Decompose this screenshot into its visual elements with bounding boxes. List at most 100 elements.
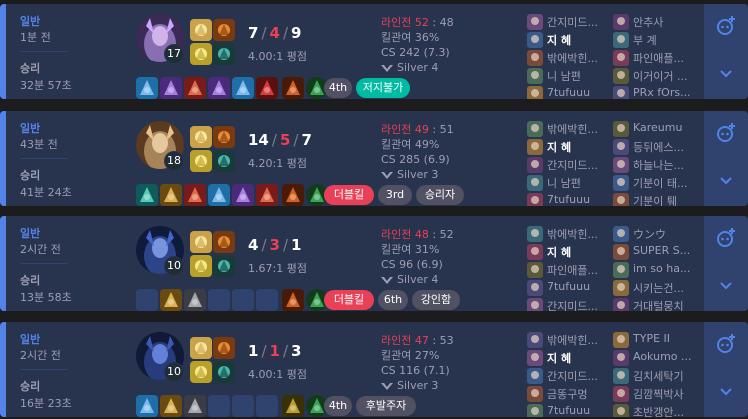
player-row[interactable]: 김깜찍박사 — [613, 385, 695, 403]
item-icon[interactable] — [160, 77, 182, 99]
ignite-spell-icon[interactable] — [190, 150, 212, 172]
player-row[interactable]: 간지미드... — [527, 367, 609, 385]
ignite-spell-icon[interactable] — [190, 43, 212, 65]
player-row[interactable]: 안추사 — [613, 13, 695, 31]
item-icon[interactable] — [184, 289, 206, 311]
item-icon[interactable] — [136, 184, 158, 206]
item-icon[interactable] — [208, 184, 230, 206]
player-row[interactable]: 시키는건... — [613, 279, 695, 297]
player-row[interactable]: 이거이거 ... — [613, 67, 695, 85]
item-icon[interactable] — [282, 395, 304, 417]
item-icon[interactable] — [282, 184, 304, 206]
player-row-self[interactable]: 지 혜 — [527, 243, 609, 261]
player-row[interactable]: SUPER S... — [613, 243, 695, 261]
player-row[interactable]: 간지미드... — [527, 13, 609, 31]
player-row[interactable]: 밖에박힌... — [527, 225, 609, 243]
kda-score: 14/5/7 — [248, 131, 312, 149]
queue-type: 일반 — [20, 227, 41, 240]
item-icon[interactable] — [160, 395, 182, 417]
player-row[interactable]: 기분이 퉤 — [613, 192, 695, 206]
player-row[interactable]: 부 계 — [613, 31, 695, 49]
item-icon[interactable] — [208, 77, 230, 99]
keystone-rune-icon[interactable] — [213, 126, 235, 148]
item-icon[interactable] — [184, 395, 206, 417]
win-indicator — [0, 322, 6, 417]
player-row[interactable]: Kareumu — [613, 120, 695, 138]
kills: 4 — [248, 236, 259, 254]
flash-spell-icon[interactable] — [190, 126, 212, 148]
ignite-spell-icon[interactable] — [190, 361, 212, 383]
player-row[interactable]: 니 남편 — [527, 174, 609, 192]
secondary-rune-icon[interactable] — [213, 255, 235, 277]
player-row[interactable]: 거대털뭉치 — [613, 297, 695, 311]
keystone-rune-icon[interactable] — [213, 231, 235, 253]
flash-spell-icon[interactable] — [190, 19, 212, 41]
add-comparison-button[interactable] — [704, 322, 748, 366]
player-row[interactable]: 7tufuuu — [527, 403, 609, 417]
player-row[interactable]: 등뒤에스... — [613, 138, 695, 156]
item-icon[interactable] — [184, 77, 206, 99]
player-row[interactable]: 7tufuuu — [527, 192, 609, 206]
item-icon[interactable] — [282, 77, 304, 99]
player-row-self[interactable]: 지 혜 — [527, 138, 609, 156]
add-comparison-button[interactable] — [704, 111, 748, 155]
item-icon[interactable] — [136, 77, 158, 99]
player-row[interactable]: 밖에박힌... — [527, 120, 609, 138]
ignite-spell-icon[interactable] — [190, 255, 212, 277]
keystone-rune-icon[interactable] — [213, 19, 235, 41]
expand-details-button[interactable] — [704, 48, 748, 99]
deaths: 1 — [269, 342, 280, 360]
flash-spell-icon[interactable] — [190, 231, 212, 253]
player-row[interactable]: 하늘나는... — [613, 156, 695, 174]
secondary-rune-icon[interactable] — [213, 361, 235, 383]
player-name: SUPER S... — [633, 244, 691, 257]
player-row[interactable]: 7tufuuu — [527, 279, 609, 297]
player-row[interactable]: 7tufuuu — [527, 85, 609, 99]
item-icon[interactable] — [256, 77, 278, 99]
item-icon[interactable] — [160, 184, 182, 206]
player-row-self[interactable]: 지 혜 — [527, 31, 609, 49]
player-row[interactable]: 간지미드... — [527, 156, 609, 174]
player-row[interactable]: 파인애플... — [613, 49, 695, 67]
player-row[interactable]: ウンウ — [613, 225, 695, 243]
empty-item-slot — [136, 289, 158, 311]
flash-spell-icon[interactable] — [190, 337, 212, 359]
item-icon[interactable] — [160, 289, 182, 311]
add-comparison-button[interactable] — [704, 216, 748, 260]
player-name: Aokumo ... — [633, 350, 692, 363]
player-row[interactable]: im so ha... — [613, 261, 695, 279]
add-comparison-button[interactable] — [704, 4, 748, 48]
player-champion-icon — [527, 139, 543, 155]
empty-item-slot — [232, 289, 254, 311]
champion-level: 17 — [164, 44, 184, 64]
player-row[interactable]: 기분이 태... — [613, 174, 695, 192]
player-champion-icon — [527, 175, 543, 191]
expand-details-button[interactable] — [704, 260, 748, 311]
player-row[interactable]: 파인애플... — [527, 261, 609, 279]
keystone-rune-icon[interactable] — [213, 337, 235, 359]
player-row[interactable]: 니 남편 — [527, 67, 609, 85]
player-row[interactable]: 밖에박힌... — [527, 49, 609, 67]
player-row[interactable]: Aokumo ... — [613, 349, 695, 367]
player-row[interactable]: 초반갱안... — [613, 403, 695, 417]
time-ago: 43분 전 — [20, 138, 58, 151]
item-icon[interactable] — [232, 77, 254, 99]
expand-details-button[interactable] — [704, 366, 748, 417]
item-icon[interactable] — [136, 395, 158, 417]
expand-details-button[interactable] — [704, 155, 748, 206]
player-row[interactable]: 간지미드... — [527, 297, 609, 311]
item-icon[interactable] — [282, 289, 304, 311]
player-row[interactable]: 김치세탁기 — [613, 367, 695, 385]
item-icon[interactable] — [184, 184, 206, 206]
secondary-rune-icon[interactable] — [213, 43, 235, 65]
player-row[interactable]: 금똥구멍 — [527, 385, 609, 403]
player-row[interactable]: PRx fOrs... — [613, 85, 695, 99]
win-indicator — [0, 4, 6, 99]
player-row[interactable]: TYPE II — [613, 331, 695, 349]
secondary-rune-icon[interactable] — [213, 150, 235, 172]
player-row[interactable]: 밖에박힌... — [527, 331, 609, 349]
item-icon[interactable] — [256, 184, 278, 206]
player-row-self[interactable]: 지 혜 — [527, 349, 609, 367]
deaths: 3 — [269, 236, 280, 254]
item-icon[interactable] — [232, 184, 254, 206]
